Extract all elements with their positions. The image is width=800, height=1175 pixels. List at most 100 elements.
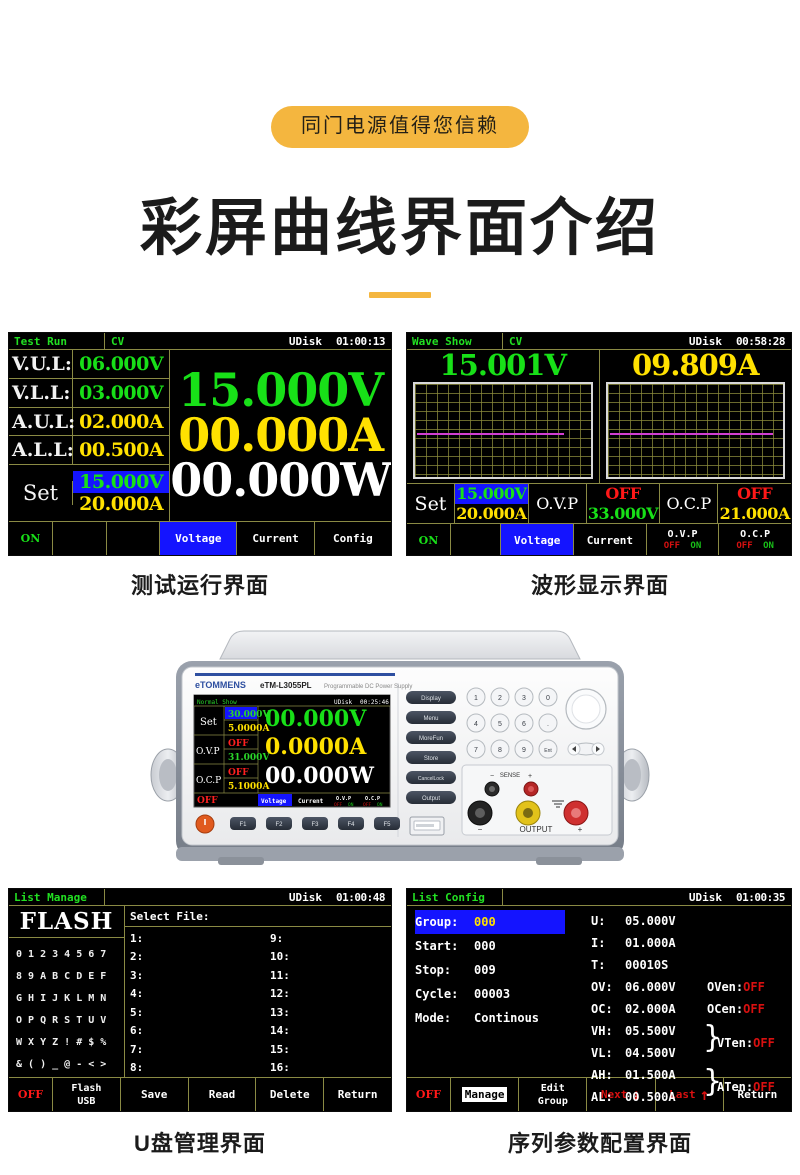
file-slot[interactable]: 3: [125,966,251,985]
fkey-config[interactable]: Config [315,522,391,555]
set-current[interactable]: 20.000A [73,493,169,515]
char-row[interactable]: & ( ) _ @ - < > [13,1059,120,1070]
field-aten-value[interactable]: OFF [753,1080,775,1094]
set-voltage[interactable]: 15.000V [455,484,528,504]
fkey-save[interactable]: Save [121,1078,189,1111]
char-row[interactable]: W X Y Z ! # $ % [13,1037,120,1048]
fkey-blank-1[interactable] [53,522,107,555]
param-i[interactable]: I: 01.000A [591,932,791,954]
file-slot[interactable]: 12: [265,985,391,1004]
file-column-1: 1: 2: 3: 4: 5: 6: 7: 8: [125,929,251,1077]
file-slot[interactable]: 10: [265,948,391,967]
file-slot[interactable]: 4: [125,985,251,1004]
param-u[interactable]: U: 05.000V [591,910,791,932]
device-key-4: 4 [474,721,478,728]
ovp-off-label[interactable]: OFF [664,541,680,551]
param-al-label: AL: [591,1090,613,1104]
param-ocen-value[interactable]: OFF [743,1002,765,1016]
fkey-voltage[interactable]: Voltage [160,522,238,555]
fkey-delete[interactable]: Delete [256,1078,325,1111]
screen-list-manage: List Manage UDisk 01:00:48 FLASH 0 1 2 3… [8,888,392,1112]
limit-value: 02.000A [79,410,164,433]
status-udisk: UDisk [288,334,323,348]
file-slot[interactable]: 14: [265,1022,391,1041]
device-output-plus: + [578,825,583,834]
ocp-off-label[interactable]: OFF [736,541,752,551]
page-root: 同门电源值得您信赖 彩屏曲线界面介绍 Test Run CV UDisk 01:… [0,0,800,1175]
param-oc[interactable]: OC: 02.000A OCen: OFF [591,998,791,1020]
device-sense-label: SENSE [500,773,520,779]
fkey-storage-source[interactable]: Flash USB [53,1078,121,1111]
file-slot[interactable]: 9: [265,929,391,948]
set-row[interactable]: Set 15.000V 20.000A [9,465,170,521]
output-state[interactable]: OFF [9,1078,53,1111]
caption-list-config: 序列参数配置界面 [507,1131,692,1156]
file-slot[interactable]: 5: [125,1003,251,1022]
output-state[interactable]: OFF [407,1078,451,1111]
param-ov[interactable]: OV: 06.000V OVen: OFF [591,976,791,998]
file-slot[interactable]: 15: [265,1040,391,1059]
device-ovp-on: ON [348,802,354,808]
set-current[interactable]: 20.000A [455,504,528,524]
fkey-current[interactable]: Current [574,524,647,555]
field-stop-value: 009 [474,963,496,977]
ovp-state[interactable]: OFF [587,484,660,504]
field-aten[interactable]: ATen: OFF [717,1076,775,1098]
status-mode: List Config [407,889,503,905]
field-cycle[interactable]: Cycle: 00003 [415,982,587,1006]
wave-set-bar: Set 15.000V 20.000A O.V.P OFF 33.000V O.… [407,483,791,523]
file-slot[interactable]: 6: [125,1022,251,1041]
fkey-blank-2[interactable] [107,522,161,555]
fkey-read[interactable]: Read [189,1078,257,1111]
limit-row[interactable]: A.L.L: 00.500A [9,436,170,466]
file-slot[interactable]: 8: [125,1059,251,1078]
field-start-value: 000 [474,939,496,953]
field-stop[interactable]: Stop: 009 [415,958,587,982]
device-brand: eTOMMENS [195,680,246,690]
char-row[interactable]: G H I J K L M N [13,993,120,1004]
param-oven-value[interactable]: OFF [743,980,765,994]
ovp-value[interactable]: 33.000V [587,504,660,524]
file-slot[interactable]: 11: [265,966,391,985]
field-mode[interactable]: Mode: Continous [415,1006,587,1030]
limit-value: 03.000V [79,381,164,404]
limit-row[interactable]: A.U.L: 02.000A [9,407,170,437]
fkey-voltage[interactable]: Voltage [501,524,575,555]
fkey-edit-group[interactable]: Edit Group [519,1078,588,1111]
limit-row[interactable]: V.U.L: 06.000V [9,350,170,379]
field-vten-value[interactable]: OFF [753,1036,775,1050]
param-ah-value: 01.500A [625,1068,676,1082]
fkey-blank-1[interactable] [451,524,502,555]
output-state[interactable]: ON [407,524,451,555]
fkey-current[interactable]: Current [237,522,315,555]
file-slot[interactable]: 1: [125,929,251,948]
char-row[interactable]: 0 1 2 3 4 5 6 7 [13,949,120,960]
limit-row[interactable]: V.L.L: 03.000V [9,378,170,408]
char-row[interactable]: O P Q R S T U V [13,1015,120,1026]
file-list: 1: 2: 3: 4: 5: 6: 7: 8: 9: 10: 11: 12: 1… [125,927,391,1077]
field-start[interactable]: Start: 000 [415,934,587,958]
char-row[interactable]: 8 9 A B C D E F [13,971,120,982]
fkey-ocp-toggle[interactable]: O.C.P OFF ON [719,524,791,555]
output-state[interactable]: ON [9,522,53,555]
fkey-manage[interactable]: Manage [451,1078,520,1111]
ovp-on-label[interactable]: ON [690,541,701,551]
field-group-label: Group: [415,915,459,929]
ocp-value[interactable]: 21.000A [718,504,791,524]
field-vten[interactable]: VTen: OFF [717,1032,775,1054]
param-t[interactable]: T: 00010S [591,954,791,976]
file-slot[interactable]: 2: [125,948,251,967]
file-slot[interactable]: 16: [265,1059,391,1078]
ocp-state[interactable]: OFF [718,484,791,504]
device-output-state: OFF [197,796,218,806]
file-slot[interactable]: 13: [265,1003,391,1022]
fkey-ovp-states: OFF ON [664,541,702,552]
file-slot[interactable]: 7: [125,1040,251,1059]
ocp-on-label[interactable]: ON [763,541,774,551]
fkey-ovp-toggle[interactable]: O.V.P OFF ON [647,524,720,555]
set-voltage[interactable]: 15.000V [73,471,170,494]
field-cycle-value: 00003 [474,987,511,1001]
field-group[interactable]: Group: 000 [415,910,565,934]
device-f4: F4 [347,822,355,828]
fkey-return[interactable]: Return [324,1078,391,1111]
